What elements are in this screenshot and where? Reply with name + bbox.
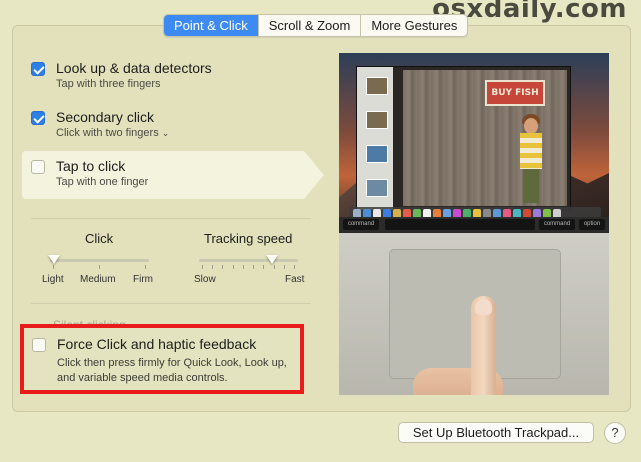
look-up-subtitle: Tap with three fingers — [56, 78, 161, 90]
chevron-down-icon: ⌄ — [161, 128, 170, 138]
look-up-checkbox[interactable] — [31, 62, 45, 76]
tap-to-click-title: Tap to click — [56, 158, 126, 174]
click-slider-ticks — [53, 265, 146, 269]
click-slider-label: Click — [85, 231, 114, 246]
preview-photos-window: BUY FISH — [356, 66, 571, 211]
preview-thumbnail — [366, 111, 388, 129]
preview-photos-sidebar — [357, 67, 393, 210]
tab-point-click[interactable]: Point & Click — [164, 15, 259, 36]
tab-scroll-zoom[interactable]: Scroll & Zoom — [259, 15, 362, 36]
secondary-click-checkbox[interactable] — [31, 111, 45, 125]
preview-key-command-right: command — [539, 219, 575, 230]
tracking-tick-fast: Fast — [285, 274, 305, 285]
preview-person-head — [524, 118, 538, 134]
preview-thumbnail — [366, 77, 388, 95]
click-tick-medium: Medium — [80, 274, 116, 285]
preview-person-shirt — [520, 133, 542, 169]
tab-bar: Point & Click Scroll & Zoom More Gesture… — [163, 14, 469, 37]
option-tap-to-click: Tap to click Tap with one finger — [31, 158, 301, 192]
force-click-subtitle-line1: Click then press firmly for Quick Look, … — [57, 357, 287, 369]
tap-to-click-subtitle: Tap with one finger — [56, 176, 149, 188]
tap-to-click-pointer — [304, 151, 324, 199]
click-tick-firm: Firm — [133, 274, 153, 285]
option-force-click: Force Click and haptic feedback Click th… — [32, 336, 302, 391]
force-click-subtitle: Click then press firmly for Quick Look, … — [57, 356, 287, 386]
gesture-preview-video: BUY FISH command command option — [339, 53, 609, 395]
look-up-title: Look up & data detectors — [56, 60, 212, 76]
tracking-slider-label: Tracking speed — [204, 231, 293, 246]
set-up-bluetooth-trackpad-button[interactable]: Set Up Bluetooth Trackpad... — [398, 422, 594, 443]
preview-thumbnail — [366, 179, 388, 197]
preview-key-space — [385, 219, 535, 230]
secondary-click-dropdown[interactable]: Click with two fingers ⌄ — [56, 127, 169, 139]
secondary-click-title: Secondary click — [56, 109, 155, 125]
force-click-subtitle-line2: and variable speed media controls. — [57, 372, 228, 384]
preview-screen: BUY FISH — [339, 53, 609, 229]
force-click-checkbox[interactable] — [32, 338, 46, 352]
tap-to-click-checkbox[interactable] — [31, 160, 45, 174]
click-slider-knob[interactable] — [48, 255, 60, 264]
preview-banner-sign: BUY FISH — [485, 80, 545, 106]
divider-top — [31, 218, 311, 219]
preview-keyboard: command command option — [339, 217, 609, 233]
click-tick-light: Light — [42, 274, 64, 285]
click-slider-track[interactable] — [50, 259, 149, 262]
secondary-click-subtitle: Click with two fingers — [56, 127, 159, 139]
tracking-slider-ticks — [202, 265, 295, 269]
tracking-slider-knob[interactable] — [265, 255, 278, 264]
preview-person-legs — [523, 169, 539, 203]
tracking-slider-track[interactable] — [199, 259, 298, 262]
preview-photo: BUY FISH — [403, 70, 567, 206]
preview-key-command-left: command — [343, 219, 379, 230]
help-button[interactable]: ? — [604, 422, 626, 444]
option-look-up: Look up & data detectors Tap with three … — [31, 60, 301, 94]
force-click-title: Force Click and haptic feedback — [57, 336, 257, 352]
preview-thumbnail — [366, 145, 388, 163]
tab-more-gestures[interactable]: More Gestures — [361, 15, 467, 36]
force-click-highlight-box: Force Click and haptic feedback Click th… — [20, 324, 304, 394]
preview-key-option: option — [579, 219, 605, 230]
preview-fingernail — [475, 299, 492, 315]
tracking-tick-slow: Slow — [194, 274, 216, 285]
option-secondary-click: Secondary click Click with two fingers ⌄ — [31, 109, 301, 143]
divider-bottom — [31, 303, 311, 304]
